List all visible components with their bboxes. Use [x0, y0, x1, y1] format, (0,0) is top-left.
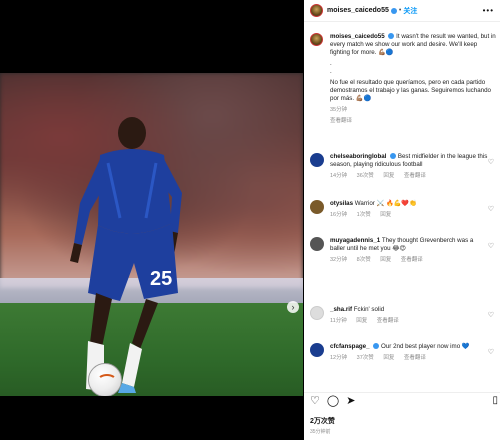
- comment-text: Our 2nd best player now imo 💙: [381, 343, 470, 350]
- caption-username[interactable]: moises_caicedo55: [330, 33, 385, 40]
- like-heart-icon[interactable]: ♡: [488, 158, 494, 166]
- verified-badge-icon: [390, 153, 397, 160]
- bookmark-icon[interactable]: ▯: [492, 395, 498, 406]
- commenter-username[interactable]: muyagadennis_1: [330, 237, 380, 244]
- post-age: 35分钟前: [310, 429, 331, 435]
- verified-badge-icon: [373, 343, 380, 350]
- author-username[interactable]: moises_caicedo55: [327, 7, 389, 14]
- comment-item: chelseaboringlobal Best midfielder in th…: [310, 153, 496, 180]
- like-count[interactable]: 2万次赞: [310, 416, 335, 426]
- comments-scroll[interactable]: moises_caicedo55 It wasn't the result we…: [304, 25, 500, 390]
- caption-time: 35分钟: [330, 107, 348, 113]
- comment-icon[interactable]: ◯: [327, 395, 339, 407]
- reply-button[interactable]: 回复: [383, 355, 394, 361]
- reply-button[interactable]: 回复: [383, 173, 394, 179]
- player-figure: 25: [70, 117, 182, 393]
- separator: •: [398, 7, 402, 14]
- comment-likes[interactable]: 36次赞: [357, 173, 374, 179]
- follow-button[interactable]: 关注: [403, 6, 417, 16]
- caption-text-es: No fue el resultado que queríamos, pero …: [330, 79, 491, 102]
- commenter-avatar[interactable]: [310, 200, 324, 214]
- comment-item: otysilas Warrior ⚔️ 🔥💪❤️👏 16分钟 1次赞 回复 ♡: [310, 200, 496, 219]
- comment-likes[interactable]: 1次赞: [357, 212, 371, 218]
- more-options-icon[interactable]: •••: [483, 6, 494, 15]
- commenter-username[interactable]: _sha.rif: [330, 306, 352, 313]
- football: [88, 363, 122, 396]
- post-media[interactable]: 25 ›: [0, 73, 303, 396]
- commenter-avatar[interactable]: [310, 343, 324, 357]
- verified-badge-icon: [390, 7, 397, 14]
- commenter-username[interactable]: otysilas: [330, 200, 353, 207]
- comment-text: Warrior ⚔️ 🔥💪❤️👏: [354, 200, 417, 207]
- comment-time: 14分钟: [330, 173, 348, 179]
- verified-badge-icon: [388, 33, 395, 40]
- translate-button[interactable]: 查看翻译: [401, 257, 423, 263]
- commenter-username[interactable]: cfcfanspage_: [330, 343, 370, 350]
- like-heart-icon[interactable]: ♡: [488, 348, 494, 356]
- like-icon[interactable]: ♡: [310, 395, 320, 407]
- author-avatar[interactable]: [310, 4, 323, 17]
- like-heart-icon[interactable]: ♡: [488, 311, 494, 319]
- translate-button[interactable]: 查看翻译: [377, 318, 399, 324]
- caption-translate[interactable]: 查看翻译: [330, 118, 352, 124]
- post-caption: moises_caicedo55 It wasn't the result we…: [310, 33, 496, 125]
- reply-button[interactable]: 回复: [380, 212, 391, 218]
- commenter-avatar[interactable]: [310, 306, 324, 320]
- comment-likes[interactable]: 8次赞: [357, 257, 371, 263]
- comment-item: _sha.rif Fckin' solid 11分钟 回复 查看翻译 ♡: [310, 306, 496, 325]
- post-sidebar: moises_caicedo55 • 关注 ••• moises_caicedo…: [304, 0, 500, 440]
- comment-item: cfcfanspage_ Our 2nd best player now imo…: [310, 343, 496, 362]
- comment-text: Fckin' solid: [353, 306, 385, 313]
- like-heart-icon[interactable]: ♡: [488, 242, 494, 250]
- translate-button[interactable]: 查看翻译: [404, 173, 426, 179]
- comment-time: 12分钟: [330, 355, 348, 361]
- reply-button[interactable]: 回复: [356, 318, 367, 324]
- commenter-avatar[interactable]: [310, 153, 324, 167]
- commenter-username[interactable]: chelseaboringlobal: [330, 153, 386, 160]
- comment-time: 16分钟: [330, 212, 348, 218]
- commenter-avatar[interactable]: [310, 237, 324, 251]
- comment-time: 32分钟: [330, 257, 348, 263]
- comment-likes[interactable]: 37次赞: [357, 355, 374, 361]
- instagram-post-modal: 25 › moises_caicedo55 • 关注 ••• moises_ca…: [0, 0, 500, 440]
- action-bar: ♡ ◯ ➤ ▯: [304, 392, 500, 408]
- comment-time: 11分钟: [330, 318, 347, 324]
- reply-button[interactable]: 回复: [380, 257, 391, 263]
- caption-avatar[interactable]: [310, 33, 323, 46]
- next-media-button[interactable]: ›: [287, 301, 299, 313]
- post-header: moises_caicedo55 • 关注 •••: [304, 0, 500, 22]
- comment-item: muyagadennis_1 They thought Grevenberch …: [310, 237, 496, 264]
- like-heart-icon[interactable]: ♡: [488, 205, 494, 213]
- jersey-number: 25: [150, 268, 172, 290]
- share-icon[interactable]: ➤: [346, 395, 355, 407]
- translate-button[interactable]: 查看翻译: [404, 355, 426, 361]
